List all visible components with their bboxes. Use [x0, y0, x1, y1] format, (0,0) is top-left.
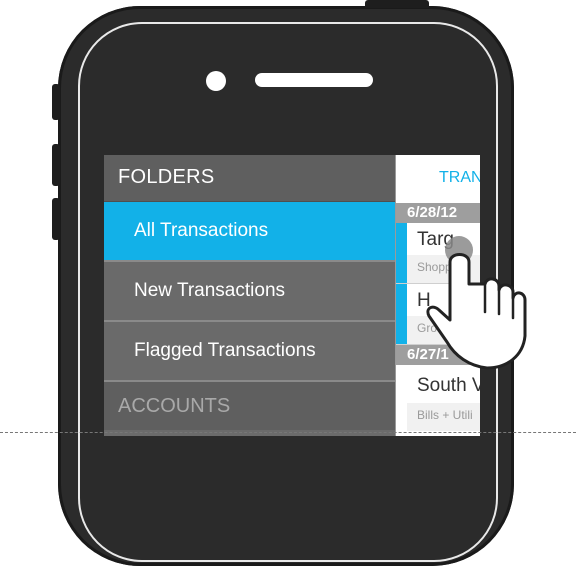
earpiece-speaker: [255, 73, 373, 87]
new-indicator: [396, 284, 407, 344]
mute-switch: [52, 84, 60, 120]
crop-line: [0, 432, 576, 433]
hand-pointer-icon: [426, 236, 527, 370]
volume-up-button: [52, 144, 60, 186]
sidebar-item-all-transactions[interactable]: All Transactions: [104, 202, 395, 262]
power-button: [365, 0, 429, 8]
sidebar-item-new-transactions[interactable]: New Transactions: [104, 262, 395, 322]
sidebar-item-flagged-transactions[interactable]: Flagged Transactions: [104, 322, 395, 382]
panel-title: TRAN: [439, 169, 480, 186]
volume-down-button: [52, 198, 60, 240]
new-indicator: [396, 223, 407, 283]
transaction-category: Bills + Utili: [407, 403, 480, 431]
app-screen: FOLDERS All Transactions New Transaction…: [104, 155, 480, 436]
folders-sidebar: FOLDERS All Transactions New Transaction…: [104, 155, 395, 436]
folders-header: FOLDERS: [104, 155, 395, 202]
date-header: 6/28/12: [396, 203, 480, 223]
front-camera: [206, 71, 226, 91]
accounts-section-header: ACCOUNTS: [104, 382, 395, 430]
transaction-name: South V: [417, 375, 480, 396]
